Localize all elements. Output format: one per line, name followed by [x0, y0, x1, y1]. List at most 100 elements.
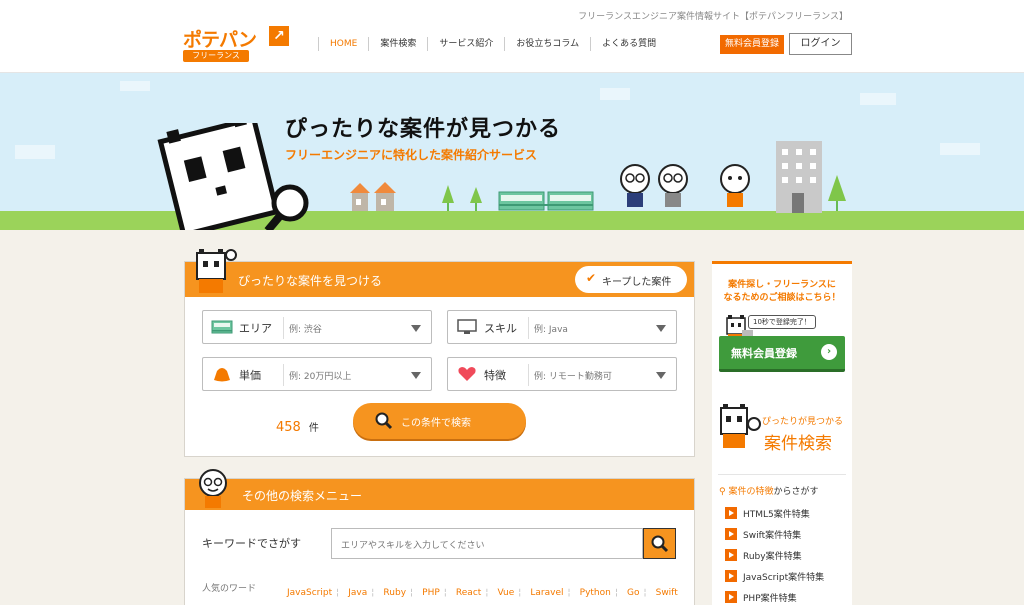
field-divider: [528, 317, 529, 339]
field-divider: [528, 364, 529, 386]
feature-heading: ⚲ 案件の特徴からさがす: [719, 484, 819, 497]
search-submit-button[interactable]: この条件で検索: [353, 403, 526, 439]
sidebar-register-button[interactable]: 無料会員登録 ›: [719, 336, 845, 372]
other-search-title: その他の検索メニュー: [242, 489, 363, 503]
separator: ¦: [336, 588, 340, 598]
separator: ¦: [518, 588, 522, 598]
search-panel-header: ぴったりな案件を見つける ✔ キープした案件: [185, 262, 694, 297]
sidebar-search-small: ぴったりが見つかる: [762, 417, 844, 427]
popular-word-link[interactable]: React: [456, 588, 481, 598]
popular-word-link[interactable]: Vue: [497, 588, 514, 598]
separator: ¦: [443, 588, 447, 598]
separator: ¦: [567, 588, 571, 598]
search-panel-title: ぴったりな案件を見つける: [238, 274, 383, 288]
consult-line-2: なるためのご相談はこちら！: [723, 293, 841, 303]
sidebar-register-label: 無料会員登録: [731, 347, 797, 360]
hero-title: ぴったりな案件が見つかる: [285, 117, 562, 142]
result-count-unit: 件: [308, 423, 319, 434]
feature-select[interactable]: 特徴 例: リモート勤務可: [447, 357, 677, 391]
separator: ¦: [614, 588, 618, 598]
play-icon: [725, 591, 737, 603]
main-nav: HOME 案件検索 サービス紹介 お役立ちコラム よくある質問: [318, 37, 667, 51]
play-icon: [725, 570, 737, 582]
search-icon: ⚲: [719, 487, 726, 497]
other-search-panel: その他の検索メニュー キーワードでさがす エリアやスキルを入力してください 人気…: [184, 469, 695, 605]
area-select[interactable]: エリア 例: 渋谷: [202, 310, 432, 344]
keyword-label: キーワードでさがす: [202, 537, 301, 550]
character-face-icon: [199, 469, 227, 508]
price-placeholder: 例: 20万円以上: [289, 372, 352, 382]
feature-label: JavaScript案件特集: [743, 573, 825, 583]
money-bag-icon: [214, 368, 230, 382]
sidebar-search-big[interactable]: 案件検索: [764, 429, 832, 454]
site-logo[interactable]: ポテパン ↗ フリーランス: [183, 25, 290, 63]
building-icon: [776, 141, 822, 213]
keyword-search-input[interactable]: エリアやスキルを入力してください: [331, 528, 643, 559]
mascot-small-icon: [196, 249, 237, 293]
popular-word-link[interactable]: Python: [580, 588, 611, 598]
tree-icon: [442, 185, 482, 211]
search-icon: [651, 535, 669, 553]
cloud-shape: [15, 145, 55, 159]
skill-select[interactable]: スキル 例: Java: [447, 310, 677, 344]
search-icon: [375, 412, 393, 430]
area-label: エリア: [239, 322, 272, 335]
skill-placeholder: 例: Java: [534, 325, 568, 335]
logo-arrow-icon: ↗: [269, 26, 289, 46]
price-label: 単価: [239, 369, 261, 382]
popular-word-link[interactable]: Java: [348, 588, 367, 598]
feature-label: 特徴: [484, 369, 506, 382]
logo-text: ポテパン: [183, 29, 257, 51]
other-search-header: その他の検索メニュー: [185, 479, 694, 510]
nav-service[interactable]: サービス紹介: [427, 37, 504, 51]
chevron-down-icon: [411, 325, 421, 332]
nav-job-search[interactable]: 案件検索: [368, 37, 427, 51]
feature-divider: [718, 474, 846, 475]
price-select[interactable]: 単価 例: 20万円以上: [202, 357, 432, 391]
register-button[interactable]: 無料会員登録: [720, 35, 784, 54]
consult-line-1: 案件探し・フリーランスに: [728, 280, 836, 290]
keyword-search-button[interactable]: [643, 528, 676, 559]
skill-label: スキル: [484, 322, 517, 335]
feature-label: PHP案件特集: [743, 594, 797, 604]
hero-subtitle: フリーエンジニアに特化した案件紹介サービス: [285, 148, 538, 162]
feature-label: Swift案件特集: [743, 531, 802, 541]
separator: ¦: [371, 588, 375, 598]
feature-heading-orange: 案件の特徴: [728, 487, 774, 497]
popular-word-link[interactable]: Laravel: [530, 588, 563, 598]
nav-home[interactable]: HOME: [318, 37, 368, 51]
houses-icon: [350, 182, 396, 211]
nav-faq[interactable]: よくある質問: [590, 37, 667, 51]
site-tagline: フリーランスエンジニア案件情報サイト【ポテパンフリーランス】: [578, 12, 848, 22]
play-icon: [725, 528, 737, 540]
cloud-shape: [600, 88, 630, 100]
cloud-shape: [120, 81, 150, 91]
result-count: 458 件: [276, 416, 319, 435]
field-divider: [283, 364, 284, 386]
popular-word-link[interactable]: PHP: [422, 588, 440, 598]
play-icon: [725, 507, 737, 519]
keyword-placeholder: エリアやスキルを入力してください: [341, 541, 485, 551]
nav-column[interactable]: お役立ちコラム: [504, 37, 590, 51]
logo-subtext: フリーランス: [183, 50, 249, 62]
popular-words-label: 人気のワード: [202, 584, 257, 594]
popular-word-link[interactable]: Swift: [656, 588, 678, 598]
login-button[interactable]: ログイン: [789, 33, 852, 55]
saved-jobs-button[interactable]: ✔ キープした案件: [575, 266, 687, 293]
result-count-number: 458: [276, 420, 301, 435]
mascot-search-icon: [720, 404, 761, 448]
cloud-shape: [860, 93, 896, 105]
popular-word-link[interactable]: Ruby: [383, 588, 406, 598]
chevron-down-icon: [656, 325, 666, 332]
search-submit-label: この条件で検索: [401, 418, 471, 429]
consult-text: 案件探し・フリーランスに なるためのご相談はこちら！: [712, 279, 852, 305]
separator: ¦: [643, 588, 647, 598]
sidebar: 案件探し・フリーランスに なるためのご相談はこちら！ 10秒で登録完了！ 無料会…: [712, 261, 852, 605]
popular-word-link[interactable]: JavaScript: [287, 588, 332, 598]
popular-word-link[interactable]: Go: [627, 588, 639, 598]
people-illustration-icon: [620, 164, 750, 207]
feature-label: Ruby案件特集: [743, 552, 802, 562]
saved-jobs-label: キープした案件: [602, 277, 672, 288]
area-placeholder: 例: 渋谷: [289, 325, 322, 335]
feature-heading-rest: からさがす: [773, 487, 819, 497]
